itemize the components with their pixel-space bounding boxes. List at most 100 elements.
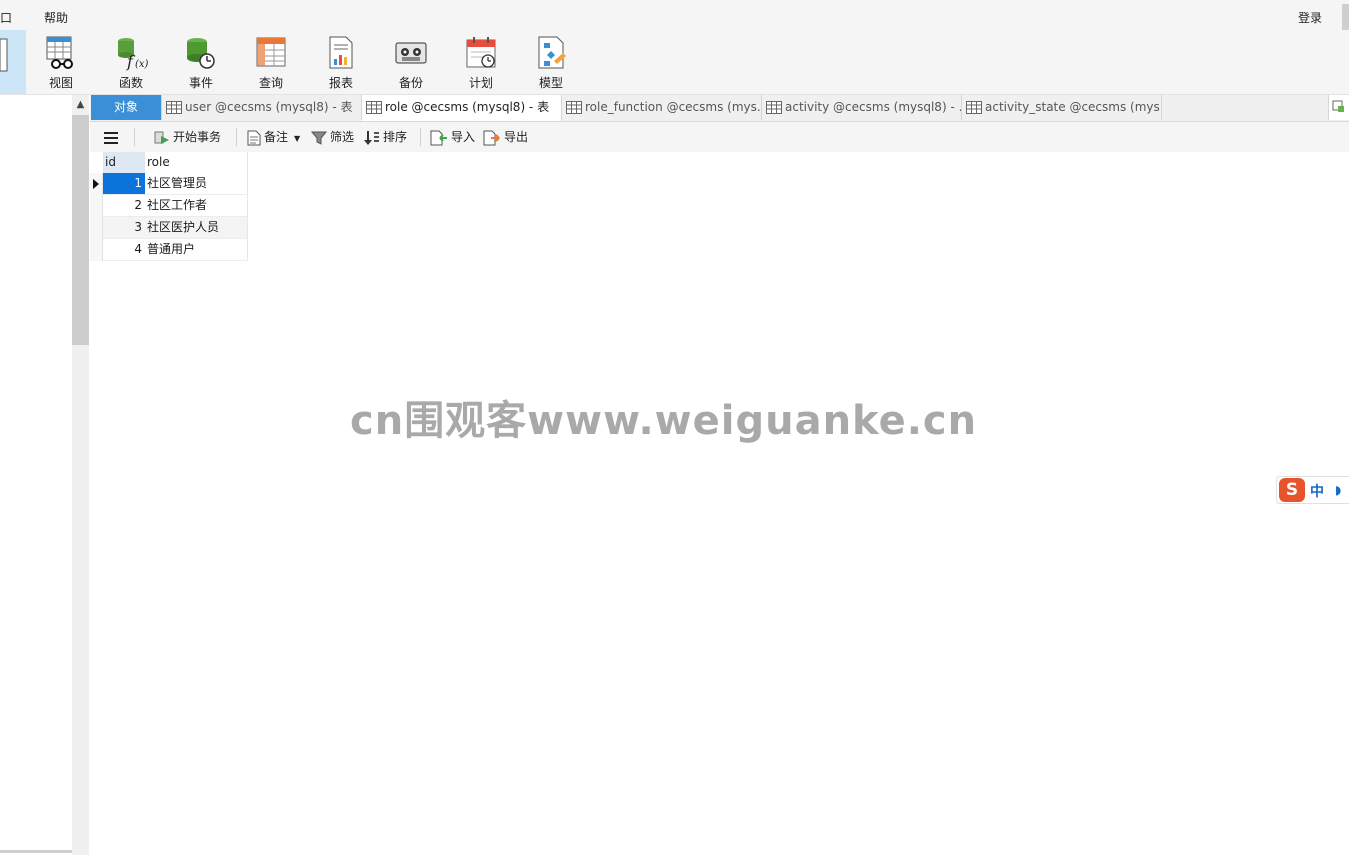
ribbon-view-button[interactable]: 视图 [31,30,91,94]
ribbon-backup-label: 备份 [398,76,423,90]
window-scrollbar[interactable] [1342,4,1349,30]
row-selector[interactable] [90,239,103,261]
ime-status-bar[interactable]: S 中 ◗ [1276,476,1349,504]
table-toolbar: 开始事务 备注 ▼ 筛选 排序 导入 导出 [90,122,1349,152]
export-icon [483,130,500,145]
ribbon-query-label: 查询 [258,76,283,90]
memo-icon [247,130,261,145]
memo-button[interactable]: 备注 ▼ [247,122,300,152]
report-icon [329,36,353,69]
tab-strip: 对象 user @cecsms (mysql8) - 表 role @cecsm… [90,95,1349,122]
tab-label: activity_state @cecsms (mys... [985,100,1162,114]
sort-icon [364,130,379,145]
query-icon [256,37,286,67]
tab-objects[interactable]: 对象 [91,95,162,120]
tab-role-function-table[interactable]: role_function @cecsms (mys... [562,95,762,120]
sort-label: 排序 [383,130,408,144]
row-selector[interactable] [90,173,103,195]
new-tab-icon [1332,100,1344,112]
view-icon [46,36,73,69]
pane-divider [0,850,72,853]
table-icon [0,38,8,72]
table-row[interactable]: 3 社区医护人员 [90,217,248,239]
import-button[interactable]: 导入 [430,122,475,152]
toolbar-separator [236,128,237,146]
sort-button[interactable]: 排序 [364,122,407,152]
ribbon-toolbar: 视图 f (x) 函数 事件 查询 报表 备份 计划 模型 [0,30,1349,95]
ribbon-report-button[interactable]: 报表 [311,30,371,94]
ribbon-function-label: 函数 [118,76,143,90]
table-row[interactable]: 4 普通用户 [90,239,248,261]
ribbon-schedule-label: 计划 [468,76,493,90]
tab-label: user @cecsms (mysql8) - 表 [185,100,353,114]
ribbon-selected-button[interactable] [0,30,26,94]
moon-icon[interactable]: ◗ [1335,483,1341,497]
cell-id[interactable]: 1 [103,173,145,194]
grid-corner [90,152,103,173]
schedule-icon [466,37,496,68]
model-icon [538,36,566,69]
ime-mode-indicator[interactable]: 中 [1310,481,1324,501]
scrollbar-thumb[interactable] [72,115,89,345]
event-icon [187,38,215,69]
ribbon-model-label: 模型 [538,76,563,90]
table-icon [166,101,182,114]
cell-id[interactable]: 2 [103,195,145,216]
tab-user-table[interactable]: user @cecsms (mysql8) - 表 [162,95,362,120]
tab-overflow-button[interactable] [1328,95,1349,120]
transaction-icon [154,131,169,144]
navigation-pane[interactable] [0,95,72,855]
table-icon [366,101,382,114]
ribbon-function-button[interactable]: f (x) 函数 [101,30,161,94]
dropdown-arrow-icon[interactable]: ▼ [294,134,300,143]
table-row[interactable]: 1 社区管理员 [90,173,248,195]
filter-button[interactable]: 筛选 [310,122,354,152]
tab-label: role_function @cecsms (mys... [585,100,762,114]
column-header-role[interactable]: role [145,152,248,173]
begin-transaction-label: 开始事务 [173,130,222,144]
import-icon [430,130,447,145]
menu-item-help[interactable]: 帮助 [44,9,68,26]
ribbon-report-label: 报表 [328,76,353,90]
filter-icon [310,131,328,145]
ribbon-backup-button[interactable]: 备份 [381,30,441,94]
menu-button[interactable] [104,122,121,152]
cell-id[interactable]: 3 [103,217,145,238]
tab-activity-state-table[interactable]: activity_state @cecsms (mys... [962,95,1162,120]
tab-role-table[interactable]: role @cecsms (mysql8) - 表 [362,95,562,121]
svg-text:(x): (x) [135,59,148,70]
toolbar-separator [420,128,421,146]
tab-label: activity @cecsms (mysql8) - ... [785,100,962,114]
login-button[interactable]: 登录 [1298,9,1322,26]
ribbon-schedule-button[interactable]: 计划 [451,30,511,94]
table-icon [766,101,782,114]
memo-label: 备注 [264,130,289,144]
sogou-logo-icon: S [1279,478,1305,502]
menu-item-window[interactable]: 口 [0,9,12,26]
hamburger-icon [104,131,118,144]
backup-icon [395,42,427,64]
row-selector[interactable] [90,195,103,217]
ribbon-model-button[interactable]: 模型 [521,30,581,94]
export-button[interactable]: 导出 [483,122,528,152]
ribbon-query-button[interactable]: 查询 [241,30,301,94]
row-selector[interactable] [90,217,103,239]
tab-activity-table[interactable]: activity @cecsms (mysql8) - ... [762,95,962,120]
cell-role[interactable]: 社区医护人员 [145,217,248,238]
tab-label: 对象 [113,100,138,114]
import-label: 导入 [451,130,476,144]
menu-bar: 口 帮助 登录 [0,0,1349,30]
cell-id[interactable]: 4 [103,239,145,260]
begin-transaction-button[interactable]: 开始事务 [154,122,221,152]
cell-role[interactable]: 普通用户 [145,239,248,260]
table-icon [966,101,982,114]
ribbon-event-button[interactable]: 事件 [171,30,231,94]
table-row[interactable]: 2 社区工作者 [90,195,248,217]
column-header-id[interactable]: id [103,152,145,173]
cell-role[interactable]: 社区工作者 [145,195,248,216]
function-icon: f (x) [118,38,148,71]
navigation-scrollbar[interactable]: ▲ [72,95,89,855]
cell-role[interactable]: 社区管理员 [145,173,248,194]
scroll-up-icon[interactable]: ▲ [72,95,89,113]
ribbon-view-label: 视图 [48,76,73,90]
